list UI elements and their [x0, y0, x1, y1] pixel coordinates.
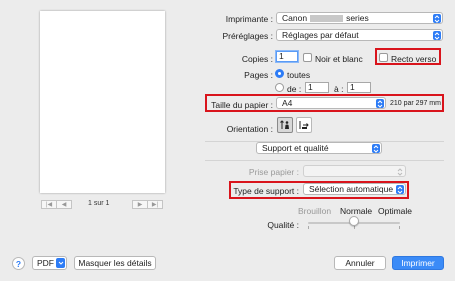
- media-type-value: Sélection automatique: [309, 184, 394, 194]
- chevron-updown-icon: [433, 14, 441, 23]
- chevron-updown-icon: [396, 167, 404, 176]
- paper-size-label: Taille du papier :: [211, 100, 273, 110]
- presets-popup[interactable]: Réglages par défaut: [276, 29, 443, 41]
- paper-size-dimensions: 210 par 297 mm: [390, 100, 441, 107]
- printer-label: Imprimante :: [225, 14, 273, 24]
- pages-from-label: de :: [287, 84, 302, 94]
- landscape-orientation-button[interactable]: [296, 117, 312, 133]
- chevron-updown-icon: [433, 31, 441, 40]
- presets-value: Réglages par défaut: [282, 30, 359, 40]
- paper-size-popup[interactable]: A4: [276, 97, 386, 109]
- landscape-icon: [299, 121, 309, 129]
- quality-draft-label: Brouillon: [298, 206, 332, 216]
- pages-to-input[interactable]: 1: [347, 82, 371, 93]
- chevron-updown-icon: [396, 185, 404, 194]
- pdf-menu-button[interactable]: PDF: [32, 256, 67, 270]
- section-value: Support et qualité: [262, 143, 329, 153]
- black-white-checkbox[interactable]: [303, 53, 312, 62]
- paper-source-label: Prise papier :: [248, 167, 299, 177]
- cancel-button[interactable]: Annuler: [334, 256, 386, 270]
- duplex-label: Recto verso: [391, 54, 437, 64]
- portrait-icon: [280, 120, 289, 129]
- quality-slider-thumb[interactable]: [349, 216, 359, 226]
- help-button[interactable]: ?: [12, 257, 25, 270]
- paper-size-value: A4: [282, 98, 293, 108]
- chevron-updown-icon: [376, 99, 384, 108]
- printer-model-redacted: [310, 14, 344, 22]
- copies-input[interactable]: 1: [276, 51, 298, 62]
- printer-name-prefix: Canon: [282, 13, 308, 23]
- duplex-checkbox[interactable]: [379, 53, 388, 62]
- prev-page-button[interactable]: ◀: [56, 200, 72, 209]
- pages-to-label: à :: [334, 84, 344, 94]
- pages-from-input[interactable]: 1: [305, 82, 329, 93]
- quality-best-label: Optimale: [378, 206, 413, 216]
- separator: [205, 160, 444, 161]
- quality-slider-tick: [308, 226, 309, 229]
- first-page-button[interactable]: |◀: [41, 200, 57, 209]
- media-type-label: Type de support :: [233, 186, 299, 196]
- pages-label: Pages :: [244, 70, 273, 80]
- hide-details-button[interactable]: Masquer les détails: [74, 256, 156, 270]
- orientation-label: Orientation :: [226, 124, 273, 134]
- quality-label: Qualité :: [267, 220, 299, 230]
- print-preview-page: [40, 11, 165, 193]
- chevron-updown-icon: [372, 144, 380, 153]
- section-popup[interactable]: Support et qualité: [256, 142, 382, 154]
- quality-normal-label: Normale: [340, 206, 373, 216]
- pages-range-radio[interactable]: [275, 83, 284, 92]
- print-button[interactable]: Imprimer: [392, 256, 444, 270]
- printer-name-suffix: series: [346, 13, 369, 23]
- pages-all-label: toutes: [287, 70, 311, 80]
- presets-label: Préréglages :: [222, 31, 273, 41]
- media-type-popup[interactable]: Sélection automatique: [303, 183, 406, 195]
- last-page-button[interactable]: ▶|: [147, 200, 163, 209]
- next-page-button[interactable]: ▶: [132, 200, 148, 209]
- chevron-down-icon: [56, 258, 65, 268]
- quality-slider-tick: [354, 226, 355, 229]
- page-counter: 1 sur 1: [88, 200, 110, 207]
- paper-source-popup[interactable]: [303, 165, 406, 177]
- copies-label: Copies :: [241, 54, 273, 64]
- pdf-label: PDF: [37, 258, 54, 268]
- black-white-label: Noir et blanc: [315, 54, 363, 64]
- quality-slider-tick: [399, 226, 400, 229]
- pages-all-radio[interactable]: [275, 69, 284, 78]
- printer-popup[interactable]: Canon series: [276, 12, 443, 24]
- portrait-orientation-button[interactable]: [277, 117, 293, 133]
